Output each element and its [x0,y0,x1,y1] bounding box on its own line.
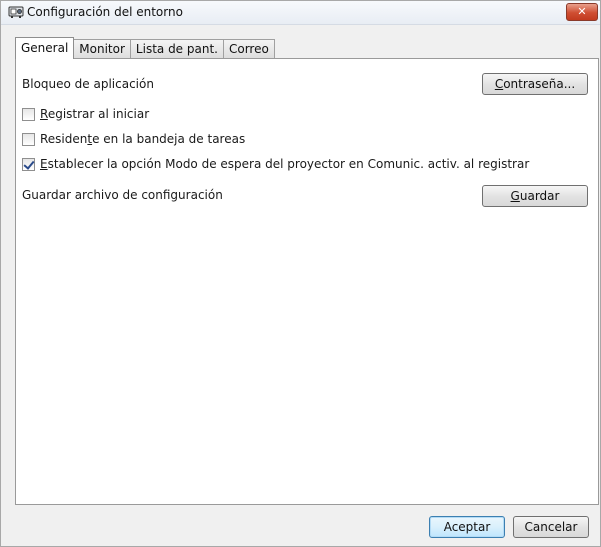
resident-tray-option[interactable]: Residente en la bandeja de tareas [22,131,245,147]
app-lock-label: Bloqueo de aplicación [22,77,154,91]
register-on-start-label: Registrar al iniciar [40,107,149,121]
register-on-start-checkbox[interactable] [22,107,35,121]
resident-tray-label: Residente en la bandeja de tareas [40,132,245,146]
standby-text: stablecer la opción Modo de espera del p… [47,157,530,171]
save-button[interactable]: Guardar [482,185,588,207]
tab-monitor[interactable]: Monitor [73,39,131,59]
register-on-start-option[interactable]: Registrar al iniciar [22,106,149,122]
password-button-label: ontraseña... [503,77,576,91]
standby-mnemonic: E [40,157,48,171]
password-button-mnemonic: C [494,77,504,91]
save-config-label: Guardar archivo de configuración [22,188,223,202]
standby-label: Establecer la opción Modo de espera del … [40,157,529,171]
register-on-start-mnemonic: R [40,107,48,121]
register-on-start-text: egistrar al iniciar [47,107,150,121]
cancel-button[interactable]: Cancelar [513,516,589,538]
standby-option[interactable]: Establecer la opción Modo de espera del … [22,156,529,172]
projector-app-icon [8,6,24,18]
tab-strip: General Monitor Lista de pant. Correo [15,37,275,59]
settings-dialog: Configuración del entorno ✕ General Moni… [0,0,601,547]
save-button-mnemonic: G [510,189,520,203]
tab-screen-list[interactable]: Lista de pant. [129,39,224,59]
title-bar[interactable]: Configuración del entorno ✕ [1,1,600,25]
save-button-label: uardar [519,189,560,203]
close-button[interactable]: ✕ [566,3,598,21]
ok-button[interactable]: Aceptar [429,516,505,538]
standby-checkbox[interactable] [22,157,35,171]
resident-tray-text-end: e en la bandeja de tareas [92,132,246,146]
general-tab-panel: Bloqueo de aplicación Contraseña... Regi… [15,58,599,505]
resident-tray-checkbox[interactable] [22,132,35,146]
tab-mail[interactable]: Correo [222,39,275,59]
resident-tray-text-start: Residen [40,132,88,146]
tab-general[interactable]: General [15,37,75,59]
password-button[interactable]: Contraseña... [482,73,588,95]
dialog-footer: Aceptar Cancelar [1,506,600,546]
window-title: Configuración del entorno [27,5,183,19]
